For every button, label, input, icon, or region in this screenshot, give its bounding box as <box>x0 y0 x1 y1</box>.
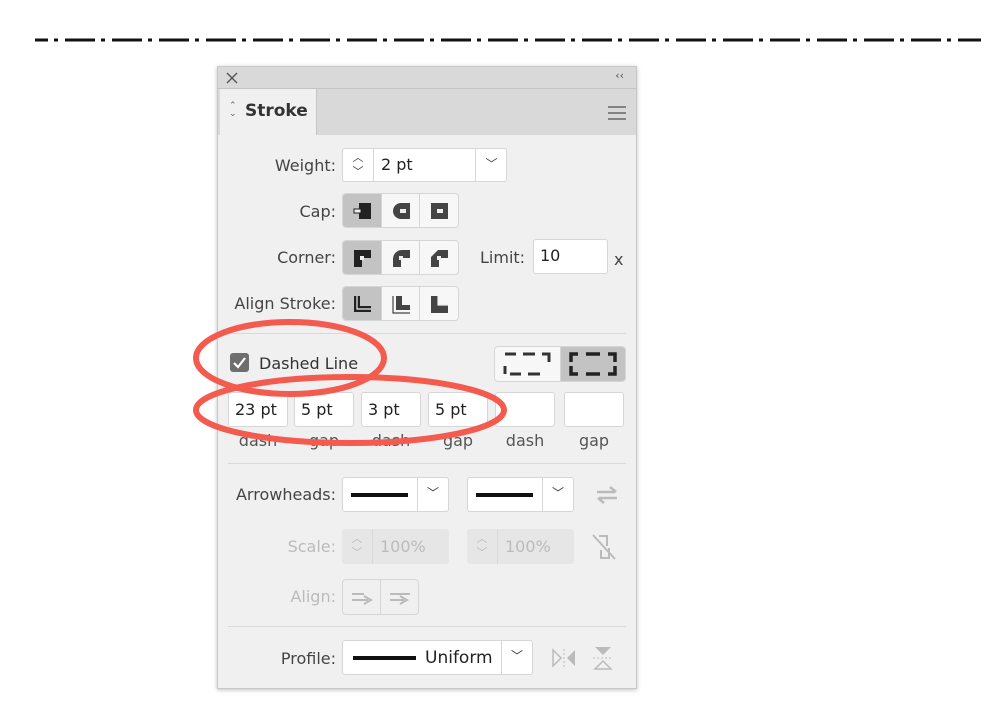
stepper[interactable]: ︿ ﹀ <box>342 529 373 564</box>
round-cap-icon <box>392 202 410 219</box>
stepper[interactable]: ︿ ﹀ <box>467 529 498 564</box>
gap-input[interactable]: 5 pt <box>428 392 488 427</box>
limit-input[interactable]: 10 <box>533 239 608 274</box>
projecting-cap-button[interactable] <box>420 194 458 227</box>
tab-stroke[interactable]: ⌃ ⌄ Stroke <box>220 89 317 135</box>
extend-arrow-icon <box>351 593 373 605</box>
divider <box>228 626 626 627</box>
arrowheads-label: Arrowheads: <box>235 485 336 504</box>
cap-label: Cap: <box>299 202 336 221</box>
gap-label: gap <box>578 431 610 450</box>
align-dash-corners-button[interactable] <box>560 347 625 381</box>
dashed-line-label: Dashed Line <box>259 354 359 373</box>
divider <box>228 463 626 464</box>
line-preview <box>351 493 408 497</box>
stroke-panel: ‹‹ ⌃ ⌄ Stroke Weight: ︿ ﹀ 2 pt ﹀ Cap: Corn… <box>217 66 637 689</box>
align-stroke-label: Align Stroke: <box>234 294 336 313</box>
corner-label: Corner: <box>277 248 336 267</box>
swap-arrows-icon[interactable] <box>595 485 619 505</box>
checkmark-icon <box>233 357 246 369</box>
profile-label: Profile: <box>280 649 336 668</box>
dash-input[interactable]: 3 pt <box>361 392 421 427</box>
unlink-icon[interactable] <box>590 532 618 562</box>
panel-titlebar: ‹‹ <box>218 67 636 89</box>
bevel-join-icon <box>431 249 449 267</box>
limit-suffix: x <box>614 250 624 269</box>
round-join-icon <box>392 249 410 267</box>
line-preview <box>476 493 533 497</box>
round-join-button[interactable] <box>382 241 421 274</box>
butt-cap-icon <box>353 202 371 219</box>
profile-dropdown[interactable]: Uniform ﹀ <box>342 640 533 675</box>
divider <box>228 333 626 334</box>
align-stroke-buttons <box>342 286 459 321</box>
dash-label: dash <box>371 431 411 450</box>
chevron-down-icon[interactable]: ﹀ <box>542 478 573 511</box>
gap-label: gap <box>442 431 474 450</box>
dash-alignment-buttons <box>494 346 626 382</box>
preserve-dash-icon <box>503 352 551 376</box>
limit-value[interactable]: 10 <box>540 246 560 266</box>
align-dash-corners-icon <box>569 352 617 376</box>
sort-icon: ⌃ ⌄ <box>229 101 237 119</box>
align-inside-button[interactable] <box>382 287 421 320</box>
gap-value[interactable]: 5 pt <box>301 400 333 420</box>
weight-label: Weight: <box>274 156 336 175</box>
chevron-down-icon[interactable]: ﹀ <box>417 478 448 511</box>
profile-value[interactable]: Uniform <box>425 648 493 668</box>
end-scale-input[interactable]: ︿ ﹀ 100% <box>467 529 574 564</box>
align-center-icon <box>353 295 371 312</box>
hamburger-icon[interactable] <box>607 106 627 120</box>
chevron-down-icon[interactable]: ﹀ <box>501 641 532 674</box>
cap-buttons <box>342 193 459 228</box>
dashed-line-preview <box>35 38 981 42</box>
close-icon[interactable] <box>226 72 238 84</box>
gap-input[interactable] <box>564 392 624 427</box>
dash-value[interactable]: 23 pt <box>235 400 277 420</box>
weight-input[interactable]: ︿ ﹀ 2 pt ﹀ <box>342 148 507 182</box>
collapse-icon[interactable]: ‹‹ <box>615 69 624 82</box>
scale-label: Scale: <box>287 537 336 556</box>
flip-horizontal-icon[interactable] <box>551 647 577 669</box>
dash-label: dash <box>505 431 545 450</box>
dash-input[interactable] <box>495 392 555 427</box>
start-scale-value[interactable]: 100% <box>380 537 426 557</box>
weight-value[interactable]: 2 pt <box>381 155 413 175</box>
corner-buttons <box>342 240 459 275</box>
round-cap-button[interactable] <box>382 194 421 227</box>
miter-join-button[interactable] <box>343 241 382 274</box>
profile-line-preview <box>353 656 416 660</box>
start-scale-input[interactable]: ︿ ﹀ 100% <box>342 529 449 564</box>
gap-value[interactable]: 5 pt <box>435 400 467 420</box>
gap-input[interactable]: 5 pt <box>294 392 354 427</box>
start-arrowhead-dropdown[interactable]: ﹀ <box>342 477 449 512</box>
tab-label: Stroke <box>245 101 308 121</box>
weight-dropdown-chevron-icon[interactable]: ﹀ <box>475 149 507 181</box>
align-label: Align: <box>290 587 336 606</box>
butt-cap-button[interactable] <box>343 194 382 227</box>
dash-value[interactable]: 3 pt <box>368 400 400 420</box>
place-arrow-icon <box>389 593 410 605</box>
align-center-button[interactable] <box>343 287 382 320</box>
end-arrowhead-dropdown[interactable]: ﹀ <box>467 477 574 512</box>
bevel-join-button[interactable] <box>420 241 458 274</box>
dash-label: dash <box>238 431 278 450</box>
weight-stepper[interactable]: ︿ ﹀ <box>343 149 374 181</box>
dashed-line-checkbox[interactable] <box>230 353 249 372</box>
gap-label: gap <box>308 431 340 450</box>
end-scale-value[interactable]: 100% <box>505 537 551 557</box>
miter-join-icon <box>353 249 371 267</box>
flip-vertical-icon[interactable] <box>592 645 614 671</box>
place-arrow-button[interactable] <box>381 580 418 614</box>
align-outside-icon <box>431 295 449 313</box>
projecting-cap-icon <box>431 202 449 219</box>
preserve-dash-button[interactable] <box>495 347 561 381</box>
arrowhead-align-buttons <box>342 579 419 615</box>
dash-input[interactable]: 23 pt <box>228 392 288 427</box>
align-outside-button[interactable] <box>420 287 458 320</box>
limit-label: Limit: <box>480 248 526 267</box>
align-inside-icon <box>391 295 410 314</box>
tab-row: ⌃ ⌄ Stroke <box>218 89 636 135</box>
extend-arrow-button[interactable] <box>343 580 381 614</box>
